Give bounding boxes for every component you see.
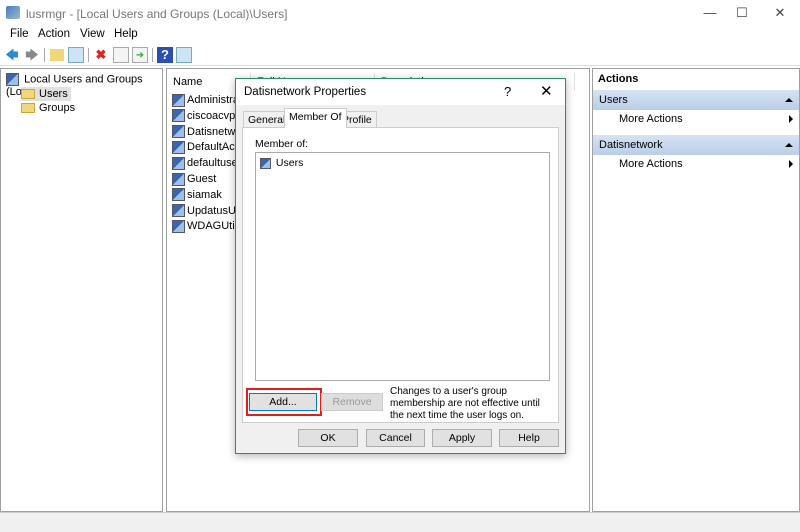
app-icon xyxy=(6,6,20,19)
collapse-icon[interactable] xyxy=(785,143,793,147)
user-icon xyxy=(172,172,185,186)
minimize-button[interactable]: — xyxy=(692,0,728,26)
tree-item-label: Users xyxy=(39,88,68,100)
properties-icon[interactable] xyxy=(113,47,129,63)
user-icon xyxy=(172,140,185,154)
back-icon[interactable]: 🡄 xyxy=(4,47,20,63)
tree-item-groups[interactable]: Groups xyxy=(21,102,75,114)
menu-action[interactable]: Action xyxy=(38,28,70,40)
actions-pane: Actions Users More Actions Datisnetwork … xyxy=(592,68,800,512)
user-icon xyxy=(172,109,185,123)
user-icon xyxy=(172,188,185,202)
maximize-button[interactable]: ☐ xyxy=(724,0,760,26)
help-icon[interactable]: ? xyxy=(157,47,173,63)
toolbar: 🡄 🡆 ✖ ➜ ? xyxy=(0,44,800,66)
computer-users-icon xyxy=(6,73,19,86)
user-row[interactable]: siamak xyxy=(172,188,222,203)
window-title: lusrmgr - [Local Users and Groups (Local… xyxy=(26,7,288,21)
delete-icon[interactable]: ✖ xyxy=(93,47,109,63)
user-name: siamak xyxy=(187,188,222,201)
actions-section-users[interactable]: Users xyxy=(593,90,799,110)
group-icon xyxy=(260,157,271,169)
user-icon xyxy=(172,93,185,107)
menu-help[interactable]: Help xyxy=(114,28,138,40)
dialog-title: Datisnetwork Properties xyxy=(244,86,367,98)
group-label: Users xyxy=(275,157,304,169)
actions-section-datisnetwork[interactable]: Datisnetwork xyxy=(593,135,799,155)
user-icon xyxy=(172,219,185,233)
action-label: More Actions xyxy=(619,158,683,170)
user-icon xyxy=(172,204,185,218)
dialog-title-bar: Datisnetwork Properties ? ✕ xyxy=(236,79,565,105)
action-label: More Actions xyxy=(619,113,683,125)
dialog-help-button[interactable]: ? xyxy=(504,84,511,99)
tab-member-of[interactable]: Member Of xyxy=(284,108,347,128)
dialog-close-button[interactable]: ✕ xyxy=(540,82,553,100)
remove-button[interactable]: Remove xyxy=(321,393,383,411)
collapse-icon[interactable] xyxy=(785,98,793,102)
tree-item-users[interactable]: Users xyxy=(21,87,71,101)
member-of-label: Member of: xyxy=(255,138,309,150)
forward-icon[interactable]: 🡆 xyxy=(24,47,40,63)
actions-title: Actions xyxy=(598,73,639,85)
submenu-arrow-icon xyxy=(789,160,793,168)
title-bar: lusrmgr - [Local Users and Groups (Local… xyxy=(0,0,800,26)
show-hide-tree-icon[interactable] xyxy=(68,47,84,63)
folder-icon xyxy=(21,103,35,114)
submenu-arrow-icon xyxy=(789,115,793,123)
more-actions-datisnetwork[interactable]: More Actions xyxy=(619,158,799,170)
group-item-users[interactable]: Users xyxy=(260,157,303,169)
folder-icon xyxy=(21,89,35,100)
section-header: Users xyxy=(599,94,628,106)
menu-file[interactable]: File xyxy=(10,28,29,40)
user-name: Guest xyxy=(187,173,217,185)
tree-pane: Local Users and Groups (Local) Users Gro… xyxy=(0,68,163,512)
help-button[interactable]: Help xyxy=(499,429,559,447)
show-hide-action-pane-icon[interactable] xyxy=(176,47,192,63)
membership-note: Changes to a user's group membership are… xyxy=(390,386,540,421)
cancel-button[interactable]: Cancel xyxy=(366,429,425,447)
section-header: Datisnetwork xyxy=(599,139,663,151)
close-button[interactable]: ✕ xyxy=(762,0,798,26)
user-icon xyxy=(172,125,185,139)
add-button[interactable]: Add... xyxy=(249,393,317,411)
tree-item-label: Groups xyxy=(39,102,76,114)
member-of-panel: Member of: Users Add... Remove Changes t… xyxy=(242,127,559,423)
export-icon[interactable]: ➜ xyxy=(132,47,148,63)
apply-button[interactable]: Apply xyxy=(432,429,492,447)
ok-button[interactable]: OK xyxy=(298,429,358,447)
user-icon xyxy=(172,156,185,170)
more-actions-users[interactable]: More Actions xyxy=(619,113,799,125)
menu-view[interactable]: View xyxy=(80,28,105,40)
menu-bar: File Action View Help xyxy=(0,26,800,44)
user-row[interactable]: Guest xyxy=(172,172,216,187)
up-folder-icon[interactable] xyxy=(50,49,64,61)
groups-listbox[interactable]: Users xyxy=(255,152,550,381)
status-bar xyxy=(0,512,800,532)
properties-dialog: Datisnetwork Properties ? ✕ General Memb… xyxy=(235,78,566,454)
